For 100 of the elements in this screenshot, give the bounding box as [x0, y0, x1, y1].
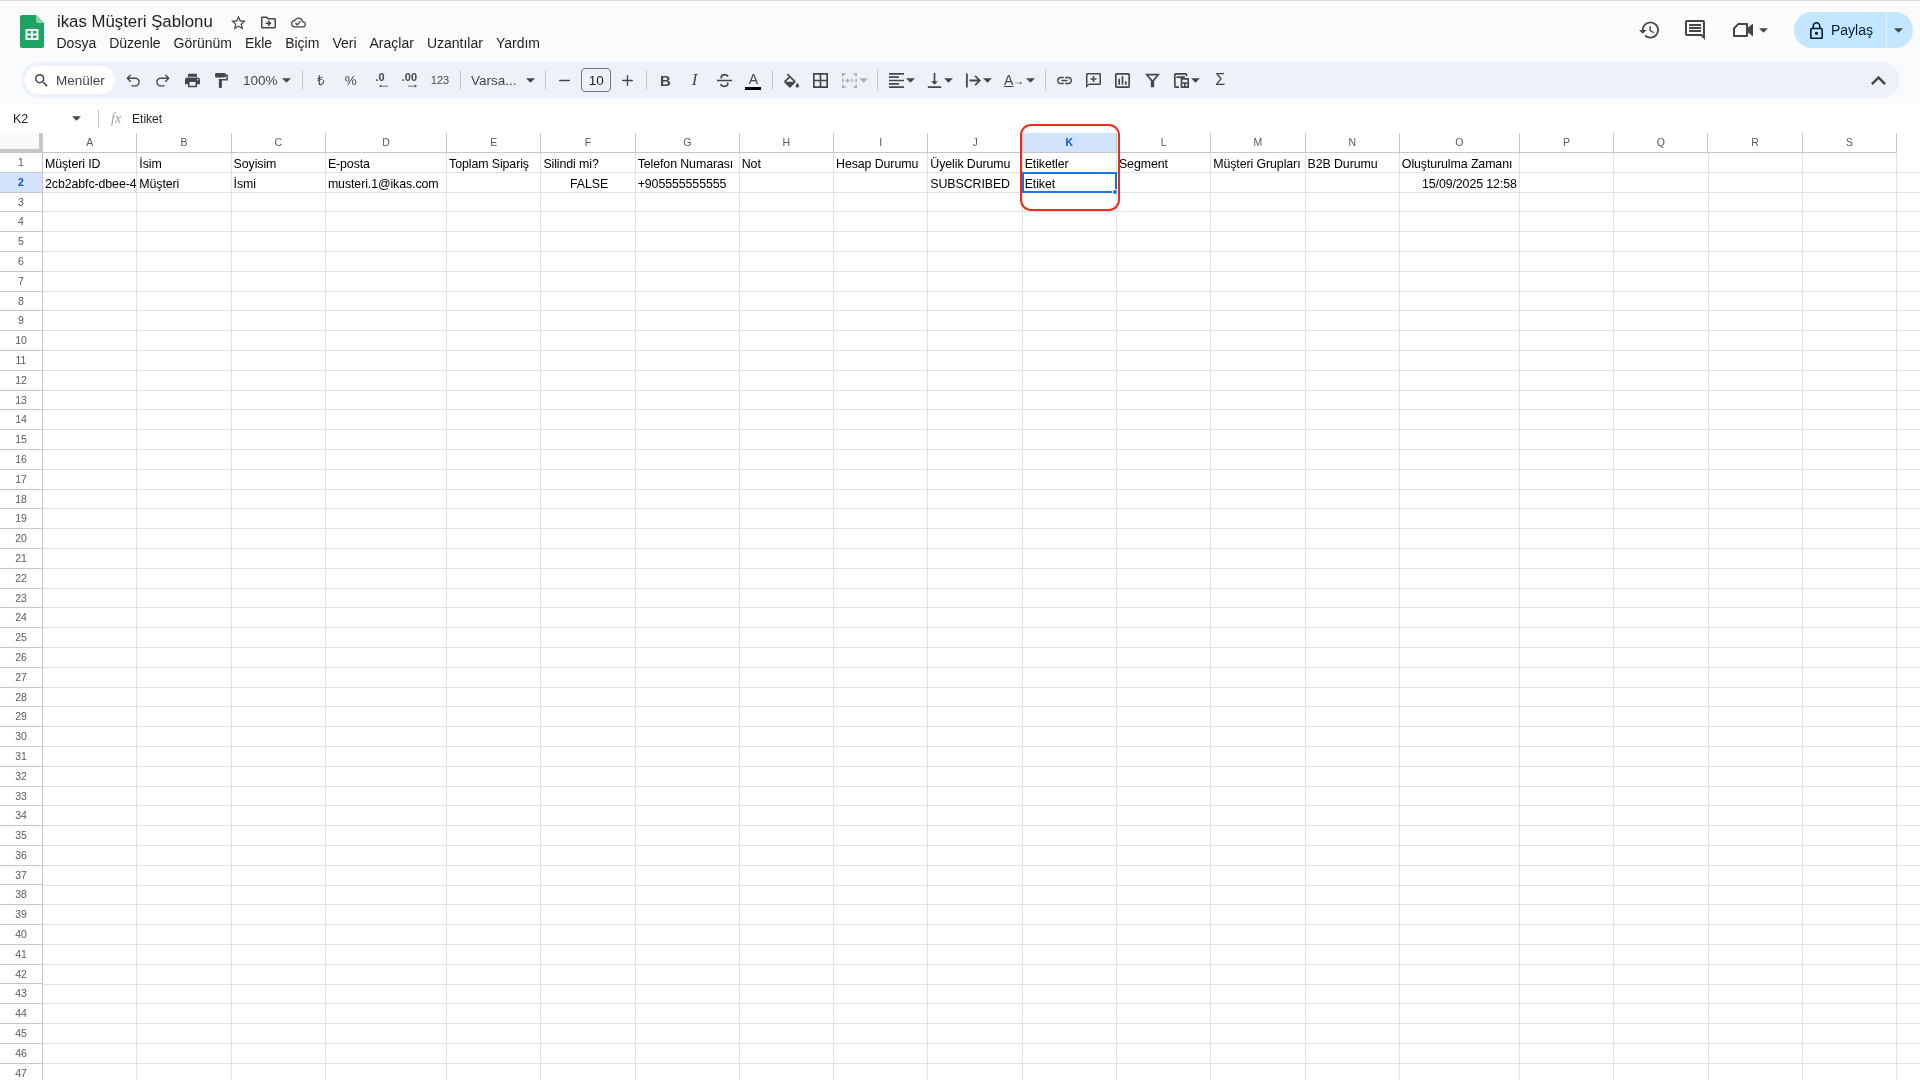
row-header[interactable]: 1 — [0, 153, 43, 173]
menu-item[interactable]: Dosya — [50, 34, 103, 53]
row-header[interactable]: 12 — [0, 370, 43, 391]
row-header[interactable]: 27 — [0, 667, 43, 688]
column-header[interactable]: J — [928, 133, 1023, 153]
decrease-decimals-button[interactable]: .0 — [366, 66, 395, 94]
row-header[interactable]: 6 — [0, 252, 43, 272]
row-header[interactable]: 26 — [0, 647, 43, 668]
row-header[interactable]: 16 — [0, 449, 43, 470]
menu-item[interactable]: Görünüm — [167, 34, 239, 53]
column-header[interactable]: S — [1802, 133, 1898, 153]
menu-item[interactable]: Uzantılar — [420, 34, 490, 53]
row-header[interactable]: 24 — [0, 608, 43, 629]
row-header[interactable]: 7 — [0, 271, 43, 292]
column-header[interactable]: E — [447, 133, 542, 153]
menu-item[interactable]: Yardım — [489, 34, 547, 53]
row-header[interactable]: 21 — [0, 548, 43, 569]
row-header[interactable]: 32 — [0, 766, 43, 787]
column-header[interactable]: O — [1399, 133, 1520, 153]
row-header[interactable]: 35 — [0, 826, 43, 846]
row-header[interactable]: 17 — [0, 469, 43, 490]
row-header[interactable]: 28 — [0, 687, 43, 708]
spreadsheet-logo-icon[interactable] — [20, 15, 44, 48]
row-header[interactable]: 34 — [0, 806, 43, 827]
row-header[interactable]: 43 — [0, 984, 43, 1005]
column-header[interactable]: B — [137, 133, 232, 153]
row-header[interactable]: 18 — [0, 489, 43, 510]
row-header[interactable]: 4 — [0, 212, 43, 233]
menu-search-field[interactable]: Menüler — [25, 66, 115, 94]
column-header[interactable]: A — [43, 133, 138, 153]
row-header[interactable]: 40 — [0, 925, 43, 945]
paint-bucket-icon — [783, 72, 799, 88]
table-cell: SUBSCRIBED — [930, 176, 1010, 192]
text-rotation-button[interactable]: A — [998, 66, 1041, 94]
row-header[interactable]: 39 — [0, 905, 43, 926]
row-header[interactable]: 42 — [0, 964, 43, 985]
row-header[interactable]: 46 — [0, 1043, 43, 1064]
row-header[interactable]: 30 — [0, 727, 43, 747]
row-header[interactable]: 37 — [0, 865, 43, 886]
share-button[interactable]: Paylaş — [1793, 12, 1886, 48]
bold-button[interactable]: B — [651, 66, 680, 94]
italic-button[interactable]: I — [680, 66, 709, 94]
row-header[interactable]: 44 — [0, 1004, 43, 1025]
paint-roller-icon — [214, 72, 230, 88]
column-header[interactable]: N — [1305, 133, 1400, 153]
zoom-select[interactable]: 100% — [236, 66, 298, 94]
formula-field[interactable]: Etiket — [132, 106, 1920, 131]
align-left-icon — [888, 72, 904, 88]
row-header[interactable]: 19 — [0, 509, 43, 530]
row-header[interactable]: 41 — [0, 944, 43, 965]
column-header[interactable]: G — [635, 133, 740, 153]
column-header[interactable]: I — [834, 133, 929, 153]
currency-format-button[interactable]: ₺ — [307, 66, 336, 94]
row-header[interactable]: 2 — [0, 172, 43, 193]
column-header[interactable]: H — [739, 133, 835, 153]
row-header[interactable]: 36 — [0, 845, 43, 866]
font-select[interactable]: Varsa... — [464, 66, 541, 94]
row-header[interactable]: 33 — [0, 786, 43, 807]
column-header[interactable]: D — [325, 133, 448, 153]
name-box[interactable]: K2 — [0, 106, 88, 131]
row-header[interactable]: 9 — [0, 311, 43, 332]
text-color-button[interactable]: A — [739, 66, 768, 94]
row-header[interactable]: 14 — [0, 410, 43, 431]
menu-item[interactable]: Düzenle — [102, 34, 168, 53]
column-header[interactable]: C — [231, 133, 326, 153]
share-options-button[interactable] — [1886, 12, 1913, 48]
row-header[interactable]: 13 — [0, 390, 43, 411]
number-format-button[interactable]: 123 — [424, 66, 456, 94]
font-size-field[interactable]: 10 — [581, 68, 612, 92]
column-header[interactable]: F — [541, 133, 636, 153]
row-header[interactable]: 22 — [0, 568, 43, 589]
table-cell: B2B Durumu — [1307, 157, 1378, 172]
functions-button[interactable]: Σ — [1206, 66, 1235, 94]
column-header[interactable]: K — [1022, 133, 1117, 153]
row-header[interactable]: 29 — [0, 707, 43, 728]
row-header[interactable]: 11 — [0, 350, 43, 371]
row-header[interactable]: 31 — [0, 746, 43, 767]
row-header[interactable]: 5 — [0, 232, 43, 252]
column-header[interactable]: Q — [1614, 133, 1709, 153]
row-header[interactable]: 25 — [0, 628, 43, 648]
row-header[interactable]: 23 — [0, 588, 43, 609]
menu-item[interactable]: Araçlar — [363, 34, 421, 53]
increase-decimals-button[interactable]: .00 — [395, 66, 424, 94]
row-header[interactable]: 3 — [0, 192, 43, 213]
column-header[interactable]: R — [1708, 133, 1803, 153]
fill-handle[interactable] — [1111, 188, 1118, 195]
column-header[interactable]: L — [1116, 133, 1212, 153]
column-header[interactable]: M — [1211, 133, 1306, 153]
row-header[interactable]: 20 — [0, 529, 43, 549]
row-header[interactable]: 8 — [0, 291, 43, 312]
column-header[interactable]: P — [1519, 133, 1615, 153]
menu-item[interactable]: Veri — [325, 34, 363, 53]
row-header[interactable]: 10 — [0, 331, 43, 351]
row-header[interactable]: 15 — [0, 430, 43, 450]
menu-item[interactable]: Biçim — [278, 34, 326, 53]
row-header[interactable]: 45 — [0, 1024, 43, 1044]
percent-format-button[interactable]: % — [336, 66, 365, 94]
document-title[interactable]: ikas Müşteri Şablonu — [57, 11, 213, 33]
row-header[interactable]: 38 — [0, 885, 43, 906]
menu-item[interactable]: Ekle — [238, 34, 279, 53]
